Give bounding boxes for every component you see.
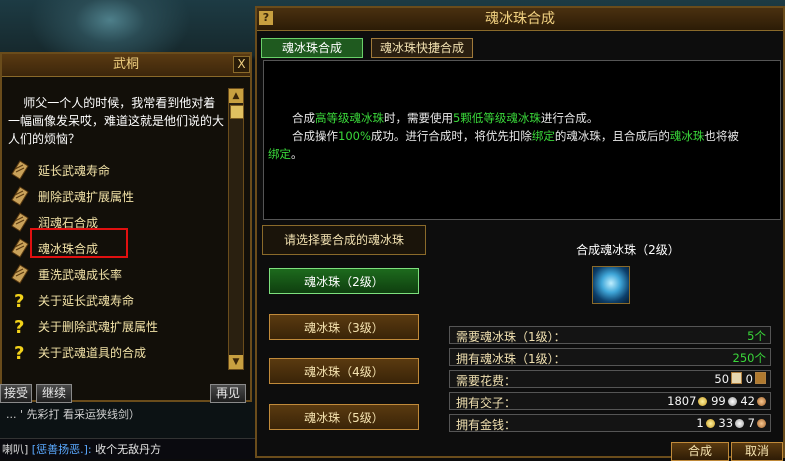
svg-text:?: ? xyxy=(14,317,24,336)
npc-option-about-items[interactable]: ? 关于武魂道具的合成 xyxy=(10,340,220,364)
currency-icon xyxy=(755,372,766,384)
window-title: 魂冰珠合成 xyxy=(257,8,783,31)
chat-channel: 喇叭] xyxy=(2,443,29,456)
description-panel: 合成高等级魂冰珠时，需要使用5颗低等级魂冰珠进行合成。 合成操作100%成功。进… xyxy=(263,60,781,220)
chat-message: 收个无敌丹方 xyxy=(95,443,162,456)
scroll-up-icon[interactable]: ▲ xyxy=(229,89,243,103)
owned-pearl-row: 拥有魂冰珠（1级）： 250个 xyxy=(449,348,771,366)
required-pearl-row: 需要魂冰珠（1级）： 5个 xyxy=(449,326,771,344)
scroll-icon xyxy=(10,238,30,258)
chat-line-faded: ... ' 先彩打 看采运狭线剑） xyxy=(6,408,141,421)
ice-pearl-icon[interactable] xyxy=(592,266,630,304)
scroll-icon xyxy=(10,264,30,284)
scroll-icon xyxy=(10,160,30,180)
tab-pearl-synth[interactable]: 魂冰珠合成 xyxy=(261,38,363,58)
cancel-button[interactable]: 取消 xyxy=(731,442,783,461)
desc-line-3: 绑定。 xyxy=(268,147,303,161)
svg-text:?: ? xyxy=(14,343,24,362)
npc-option-label: 删除武魂扩展属性 xyxy=(38,190,135,204)
money-row: 拥有金钱： 1 33 7 xyxy=(449,414,771,432)
npc-option-reroll-growth[interactable]: 重洗武魂成长率 xyxy=(10,262,220,286)
question-icon: ? xyxy=(10,342,30,364)
pearl-synth-window: 魂冰珠合成 ? 魂冰珠合成 魂冰珠快捷合成 合成高等级魂冰珠时，需要使用5颗低等… xyxy=(255,6,785,461)
result-label: 合成魂冰珠（2级） xyxy=(576,243,680,257)
gold-coin-icon xyxy=(705,419,715,428)
pearl-level-2-button[interactable]: 魂冰珠（2级） xyxy=(269,268,419,294)
continue-button[interactable]: 继续 xyxy=(36,384,72,403)
scroll-icon xyxy=(10,212,30,232)
svg-text:?: ? xyxy=(14,291,24,310)
close-icon[interactable]: X xyxy=(233,56,250,73)
copper-coin-icon xyxy=(757,397,766,406)
copper-coin-icon xyxy=(757,419,766,428)
npc-scrollbar[interactable]: ▲ ▼ xyxy=(228,88,244,370)
accept-button[interactable]: 接受 xyxy=(0,384,32,403)
npc-option-label: 延长武魂寿命 xyxy=(38,164,111,178)
desc-line-2: 合成操作100%成功。进行合成时，将优先扣除绑定的魂冰珠，且合成后的魂冰珠也将被 xyxy=(292,129,739,143)
chat-speaker[interactable]: [惩善扬恶.]: xyxy=(32,443,92,456)
cost-row: 需要花费： 50 0 xyxy=(449,370,771,388)
jiaozi-row: 拥有交子： 1807 99 42 xyxy=(449,392,771,410)
npc-dialog-title: 武桐 xyxy=(2,54,250,77)
gold-coin-icon xyxy=(698,397,708,406)
npc-option-extend-life[interactable]: 延长武魂寿命 xyxy=(10,158,220,182)
npc-option-label: 重洗武魂成长率 xyxy=(38,268,123,282)
pearl-level-4-button[interactable]: 魂冰珠（4级） xyxy=(269,358,419,384)
chat-line: 喇叭] [惩善扬恶.]: 收个无敌丹方 xyxy=(2,441,252,457)
scroll-down-icon[interactable]: ▼ xyxy=(229,355,243,369)
pearl-level-5-button[interactable]: 魂冰珠（5级） xyxy=(269,404,419,430)
scroll-thumb[interactable] xyxy=(230,105,244,119)
combine-button[interactable]: 合成 xyxy=(671,442,729,461)
npc-option-label: 关于延长武魂寿命 xyxy=(38,294,135,308)
goodbye-button[interactable]: 再见 xyxy=(210,384,246,403)
silver-coin-icon xyxy=(735,419,745,428)
question-icon: ? xyxy=(10,290,30,312)
select-pearl-header: 请选择要合成的魂冰珠 xyxy=(262,225,426,255)
scroll-icon xyxy=(10,186,30,206)
silver-coin-icon xyxy=(727,397,737,406)
npc-option-label: 关于删除武魂扩展属性 xyxy=(38,320,159,334)
desc-line-1: 合成高等级魂冰珠时，需要使用5颗低等级魂冰珠进行合成。 xyxy=(292,111,599,125)
question-icon: ? xyxy=(10,316,30,338)
pearl-level-3-button[interactable]: 魂冰珠（3级） xyxy=(269,314,419,340)
tab-quick-synth[interactable]: 魂冰珠快捷合成 xyxy=(371,38,473,58)
npc-option-label: 关于武魂道具的合成 xyxy=(38,346,147,360)
npc-dialog: 武桐 X 师父一个人的时候，我常看到他对着一幅画像发呆哎，难道这就是他们说的大人… xyxy=(0,52,252,403)
help-icon[interactable]: ? xyxy=(259,11,273,25)
npc-option-about-attr[interactable]: ? 关于删除武魂扩展属性 xyxy=(10,314,220,338)
npc-dialog-text: 师父一个人的时候，我常看到他对着一幅画像发呆哎，难道这就是他们说的大人们的烦恼？ xyxy=(8,96,225,146)
red-highlight-box xyxy=(30,228,128,258)
npc-option-delete-attr[interactable]: 删除武魂扩展属性 xyxy=(10,184,220,208)
currency-icon xyxy=(731,372,743,384)
npc-option-about-life[interactable]: ? 关于延长武魂寿命 xyxy=(10,288,220,312)
